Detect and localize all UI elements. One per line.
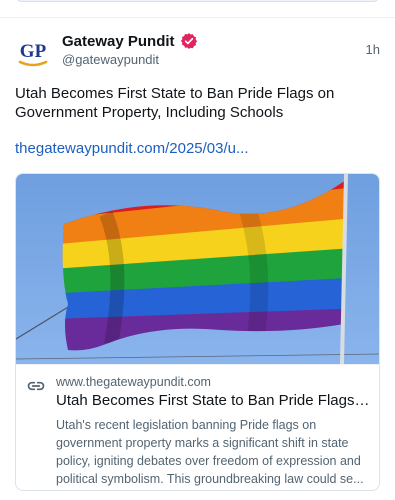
post-link[interactable]: thegatewaypundit.com/2025/03/u...: [15, 140, 249, 157]
link-preview-meta: www.thegatewaypundit.com Utah Becomes Fi…: [16, 364, 379, 490]
avatar[interactable]: GP: [15, 35, 51, 71]
gateway-pundit-logo-icon: GP: [18, 41, 48, 67]
post-card[interactable]: GP Gateway Pundit @gatewaypundit 1h Utah…: [0, 18, 395, 500]
svg-text:GP: GP: [20, 41, 47, 62]
description-line: Utah's recent legislation banning Pride …: [56, 418, 317, 432]
link-preview-title: Utah Becomes First State to Ban Pride Fl…: [56, 392, 371, 409]
previous-post-card-edge: [15, 0, 380, 2]
post-text: Utah Becomes First State to Ban Pride Fl…: [15, 85, 335, 121]
link-icon: [27, 381, 45, 391]
author-display-name[interactable]: Gateway Pundit: [62, 33, 175, 50]
description-line: policy, igniting debates over freedom of…: [56, 454, 361, 468]
rainbow-pride-flag-photo: [16, 174, 379, 364]
description-line: political symbolism. This groundbreaking…: [56, 472, 364, 486]
verified-badge-icon: [180, 33, 197, 49]
link-preview-card[interactable]: www.thegatewaypundit.com Utah Becomes Fi…: [15, 173, 380, 491]
link-preview-description: Utah's recent legislation banning Pride …: [56, 416, 374, 488]
post-timestamp[interactable]: 1h: [366, 42, 380, 57]
author-handle[interactable]: @gatewaypundit: [62, 52, 198, 67]
description-line: government property marks a significant …: [56, 436, 349, 450]
link-preview-domain: www.thegatewaypundit.com: [56, 375, 211, 389]
author-block: Gateway Pundit @gatewaypundit: [62, 32, 198, 67]
